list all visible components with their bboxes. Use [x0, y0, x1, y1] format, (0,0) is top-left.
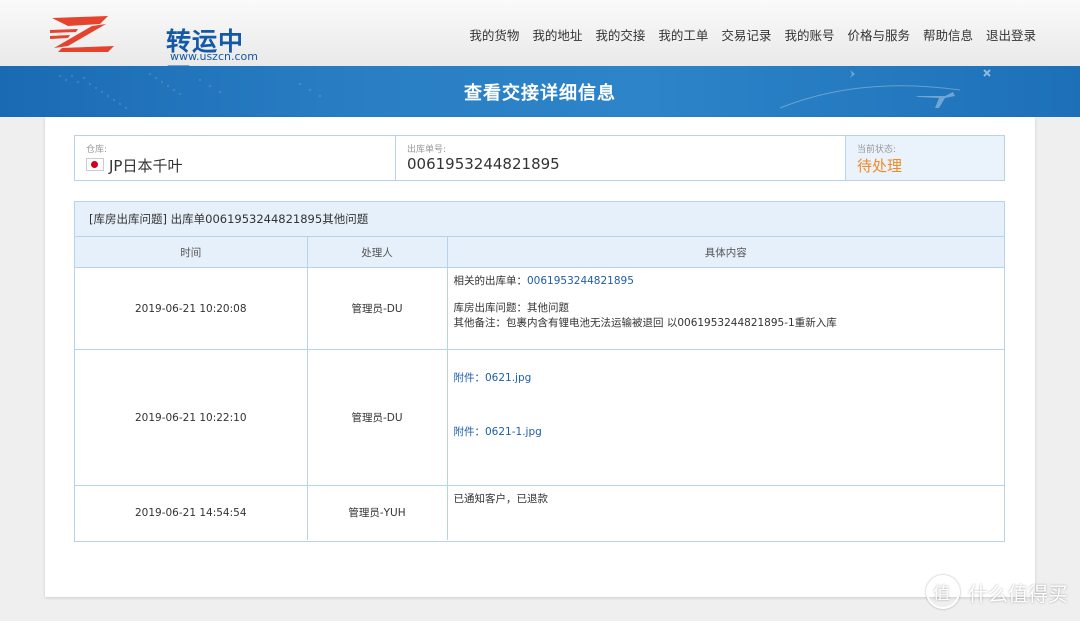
related-order-label: 相关的出库单： [453, 275, 528, 287]
attachment-link[interactable]: 附件：0621.jpg [454, 371, 999, 386]
remark-line: 其他备注：包裹内含有锂电池无法运输被退回 以0061953244821895-1… [453, 317, 837, 329]
row-time: 2019-06-21 10:20:08 [75, 267, 308, 350]
related-order-link[interactable]: 0061953244821895 [527, 275, 634, 287]
status-badge: 待处理 [857, 157, 903, 175]
table-row: 2019-06-21 10:22:10 管理员-DU 附件：0621.jpg 附… [75, 349, 1004, 486]
main-nav: 我的货物 我的地址 我的交接 我的工单 交易记录 我的账号 价格与服务 帮助信息… [456, 25, 1036, 44]
top-header: 转运中国 www.uszcn.com 我的货物 我的地址 我的交接 我的工单 交… [0, 0, 1080, 92]
watermark-logo-icon [926, 575, 960, 609]
nav-my-goods[interactable]: 我的货物 [469, 25, 519, 44]
watermark-text: 什么值得买 [968, 581, 1068, 606]
logo-mark-icon [50, 16, 114, 52]
column-header-time: 时间 [75, 237, 308, 268]
attachment-link[interactable]: 附件：0621-1.jpg [454, 425, 999, 440]
warehouse-value-wrap: JP日本千叶 [86, 155, 182, 176]
nav-pricing[interactable]: 价格与服务 [847, 25, 910, 44]
nav-my-tickets[interactable]: 我的工单 [658, 25, 708, 44]
table-title: [库房出库问题] 出库单0061953244821895其他问题 [75, 202, 1004, 237]
nav-help[interactable]: 帮助信息 [923, 25, 973, 44]
detail-card: 仓库: JP日本千叶 出库单号: 0061953244821895 当前状态: … [45, 117, 1035, 597]
related-order-line: 相关的出库单：0061953244821895 [454, 274, 999, 289]
nav-transactions[interactable]: 交易记录 [721, 25, 771, 44]
row-handler: 管理员-DU [307, 267, 448, 350]
warehouse-cell: 仓库: JP日本千叶 [75, 136, 396, 180]
column-header-content: 具体内容 [447, 237, 1004, 268]
table-header-row: 时间 处理人 具体内容 [75, 237, 1004, 268]
row-handler: 管理员-YUH [307, 485, 448, 540]
order-info-bar: 仓库: JP日本千叶 出库单号: 0061953244821895 当前状态: … [74, 135, 1005, 181]
row-handler: 管理员-DU [307, 349, 448, 486]
warehouse-label: 仓库: [86, 145, 108, 155]
page-banner: 查看交接详细信息 [0, 66, 1080, 117]
row-content: 相关的出库单：0061953244821895 库房出库问题：其他问题 其他备注… [447, 267, 1004, 350]
row-content: 已通知客户，已退款 [453, 493, 549, 505]
handover-table: 时间 处理人 具体内容 2019-06-21 10:20:08 管理员-DU 相… [75, 237, 1004, 540]
nav-my-handover[interactable]: 我的交接 [595, 25, 645, 44]
status-label: 当前状态: [857, 145, 897, 155]
page-title: 查看交接详细信息 [464, 83, 616, 104]
table-row: 2019-06-21 10:20:08 管理员-DU 相关的出库单：006195… [75, 267, 1004, 350]
row-time: 2019-06-21 14:54:54 [75, 485, 308, 540]
nav-logout[interactable]: 退出登录 [986, 25, 1036, 44]
column-header-handler: 处理人 [307, 237, 448, 268]
logo-url: www.uszcn.com [170, 50, 258, 63]
japan-flag-icon [86, 158, 104, 171]
table-row: 2019-06-21 14:54:54 管理员-YUH 已通知客户，已退款 [75, 485, 1004, 540]
row-time: 2019-06-21 10:22:10 [75, 349, 308, 486]
order-number-cell: 出库单号: 0061953244821895 [396, 136, 846, 180]
order-number-label: 出库单号: [407, 145, 447, 155]
handover-table-panel: [库房出库问题] 出库单0061953244821895其他问题 时间 处理人 … [74, 201, 1005, 542]
status-cell: 当前状态: 待处理 [846, 136, 1004, 180]
order-number-value: 0061953244821895 [407, 155, 560, 173]
watermark: 什么值得买 [926, 575, 1068, 609]
nav-my-address[interactable]: 我的地址 [532, 25, 582, 44]
site-logo[interactable]: 转运中国 www.uszcn.com [48, 12, 258, 92]
row-content: 附件：0621.jpg 附件：0621-1.jpg [447, 349, 1004, 486]
warehouse-value: JP日本千叶 [109, 157, 183, 175]
issue-type-line: 库房出库问题：其他问题 [453, 302, 570, 314]
nav-my-account[interactable]: 我的账号 [784, 25, 834, 44]
